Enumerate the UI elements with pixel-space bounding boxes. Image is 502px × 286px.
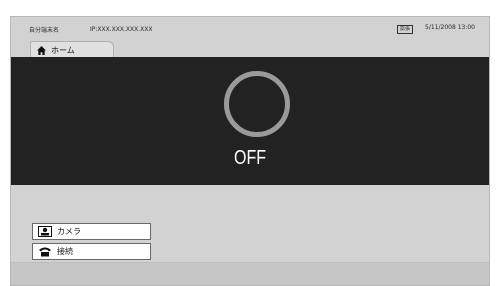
phone-icon bbox=[39, 247, 51, 257]
power-status-text: OFF bbox=[234, 147, 266, 169]
ip-address: IP:XXX.XXX.XXX.XXX bbox=[90, 25, 153, 33]
bottom-bar bbox=[11, 262, 489, 285]
datetime: 5/11/2008 13:00 bbox=[425, 24, 475, 31]
camera-button-label: カメラ bbox=[57, 227, 81, 236]
power-status-ring bbox=[224, 71, 290, 137]
status-bar: 自分端末名 IP:XXX.XXX.XXX.XXX 拡張 5/11/2008 13… bbox=[11, 17, 489, 41]
tab-home-label: ホーム bbox=[51, 45, 75, 55]
connect-button[interactable]: 接続 bbox=[32, 243, 151, 260]
connect-button-label: 接続 bbox=[57, 247, 73, 256]
home-icon bbox=[37, 45, 46, 55]
camera-button[interactable]: カメラ bbox=[32, 223, 151, 240]
terminal-screen: 自分端末名 IP:XXX.XXX.XXX.XXX 拡張 5/11/2008 13… bbox=[10, 16, 490, 286]
status-display: OFF bbox=[11, 57, 489, 185]
camera-icon bbox=[38, 226, 52, 237]
terminal-name: 自分端末名 bbox=[29, 26, 60, 34]
status-badge: 拡張 bbox=[397, 25, 414, 34]
tab-home[interactable]: ホーム bbox=[30, 41, 114, 58]
